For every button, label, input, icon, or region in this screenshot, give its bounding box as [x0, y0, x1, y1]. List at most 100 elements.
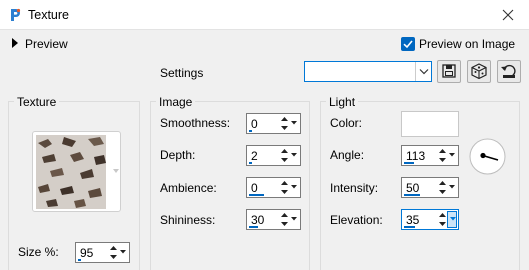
- caret-down-icon: [449, 185, 455, 189]
- elevation-slider-button[interactable]: [447, 211, 457, 228]
- caret-down-icon: [291, 217, 297, 221]
- caret-down-icon: [291, 153, 297, 157]
- angle-dial-knob: [480, 152, 486, 159]
- ambience-field[interactable]: 0: [246, 177, 301, 198]
- angle-level-bar: [404, 162, 414, 164]
- ambience-stepper[interactable]: [280, 179, 289, 196]
- smoothness-value: 0: [251, 117, 258, 131]
- texture-preview-image: [36, 135, 106, 209]
- size-value: 95: [80, 246, 94, 260]
- depth-label: Depth:: [160, 148, 196, 162]
- arrow-down-icon: [439, 222, 446, 226]
- intensity-level-bar: [404, 194, 420, 196]
- arrow-up-icon: [110, 246, 117, 250]
- intensity-value: 50: [406, 181, 420, 195]
- shininess-field[interactable]: 30: [246, 209, 301, 230]
- shininess-value: 30: [251, 213, 265, 227]
- light-group-title: Light: [326, 95, 359, 109]
- shininess-level-bar: [249, 226, 258, 228]
- arrow-up-icon: [281, 181, 288, 185]
- reset-button[interactable]: [497, 60, 521, 83]
- arrow-up-icon: [439, 181, 446, 185]
- window-title: Texture: [28, 8, 69, 22]
- intensity-label: Intensity:: [330, 181, 379, 195]
- settings-label: Settings: [160, 66, 204, 80]
- arrow-up-icon: [439, 149, 446, 153]
- app-logo-icon: [11, 8, 21, 21]
- preset-select[interactable]: [304, 61, 432, 82]
- arrow-up-icon: [281, 149, 288, 153]
- arrow-down-icon: [281, 190, 288, 194]
- reset-icon: [501, 64, 516, 78]
- image-group-title: Image: [156, 95, 196, 109]
- caret-down-icon: [120, 250, 126, 254]
- save-preset-button[interactable]: [437, 60, 461, 83]
- depth-slider-button[interactable]: [289, 147, 299, 164]
- depth-value: 2: [251, 149, 258, 163]
- caret-down-icon: [449, 153, 455, 157]
- chevron-right-icon: [12, 38, 18, 48]
- size-level-bar: [78, 259, 81, 261]
- color-label: Color:: [330, 116, 363, 130]
- size-slider-button[interactable]: [118, 244, 128, 261]
- arrow-up-icon: [281, 213, 288, 217]
- intensity-stepper[interactable]: [438, 179, 447, 196]
- ambience-value: 0: [251, 181, 258, 195]
- arrow-up-icon: [281, 117, 288, 121]
- randomize-icon: [471, 63, 487, 80]
- preview-label: Preview: [25, 37, 68, 51]
- elevation-level-bar: [404, 226, 415, 228]
- elevation-stepper[interactable]: [438, 211, 447, 228]
- smoothness-field[interactable]: 0: [246, 113, 301, 134]
- caret-down-icon: [450, 217, 456, 221]
- shininess-stepper[interactable]: [280, 211, 289, 228]
- randomize-button[interactable]: [467, 60, 491, 83]
- checkmark-icon: [403, 40, 413, 49]
- intensity-field[interactable]: 50: [401, 177, 459, 198]
- texture-thumbnail-picker[interactable]: [32, 131, 121, 212]
- save-preset-icon: [442, 64, 456, 78]
- angle-slider-button[interactable]: [447, 147, 457, 164]
- depth-stepper[interactable]: [280, 147, 289, 164]
- shininess-slider-button[interactable]: [289, 211, 299, 228]
- arrow-down-icon: [281, 158, 288, 162]
- ambience-label: Ambience:: [160, 181, 217, 195]
- smoothness-stepper[interactable]: [280, 115, 289, 132]
- close-icon[interactable]: [499, 6, 517, 24]
- caret-down-icon: [291, 185, 297, 189]
- depth-field[interactable]: 2: [246, 145, 301, 166]
- size-stepper[interactable]: [109, 244, 118, 261]
- size-label: Size %:: [18, 245, 59, 259]
- smoothness-label: Smoothness:: [160, 116, 231, 130]
- shininess-label: Shininess:: [160, 213, 216, 227]
- smoothness-slider-button[interactable]: [289, 115, 299, 132]
- elevation-value: 35: [406, 213, 420, 227]
- angle-label: Angle:: [330, 148, 365, 162]
- arrow-down-icon: [110, 255, 117, 259]
- angle-value: 113: [406, 149, 426, 163]
- title-bar: [0, 0, 529, 30]
- ambience-level-bar: [249, 194, 264, 196]
- arrow-up-icon: [439, 213, 446, 217]
- texture-group-title: Texture: [14, 95, 60, 109]
- angle-stepper[interactable]: [438, 147, 447, 164]
- elevation-label: Elevation:: [330, 213, 383, 227]
- light-color-swatch[interactable]: [401, 111, 459, 137]
- arrow-down-icon: [439, 158, 446, 162]
- angle-field[interactable]: 113: [401, 145, 459, 166]
- intensity-slider-button[interactable]: [447, 179, 457, 196]
- size-field[interactable]: 95: [75, 242, 130, 263]
- smoothness-level-bar: [249, 130, 252, 132]
- thumbnail-dropdown-caret[interactable]: [113, 169, 119, 173]
- angle-dial[interactable]: [469, 138, 506, 175]
- chevron-down-icon: [419, 69, 429, 75]
- preset-dropdown-arrow[interactable]: [415, 62, 431, 81]
- arrow-down-icon: [281, 222, 288, 226]
- arrow-down-icon: [439, 190, 446, 194]
- ambience-slider-button[interactable]: [289, 179, 299, 196]
- preview-on-image-checkbox[interactable]: [401, 37, 415, 51]
- elevation-field[interactable]: 35: [401, 209, 459, 230]
- depth-level-bar: [249, 162, 252, 164]
- arrow-down-icon: [281, 126, 288, 130]
- preview-on-image-label: Preview on Image: [419, 37, 516, 51]
